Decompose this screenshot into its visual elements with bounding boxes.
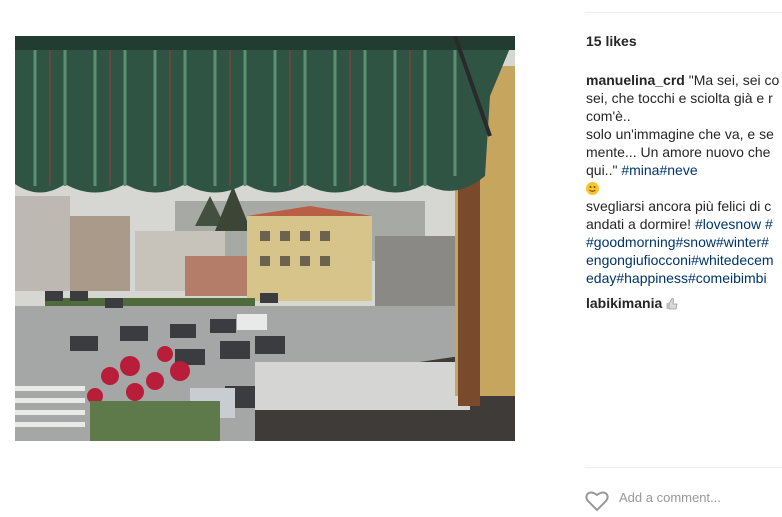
comment-row: labikimania [586, 294, 678, 312]
hashtag-line-1[interactable]: #goodmorning#snow#winter# [586, 233, 782, 251]
caption-username[interactable]: manuelina_crd [586, 72, 685, 88]
caption-line-2: sei, che tocchi e sciolta già e r [586, 90, 773, 106]
caption-line-8: svegliarsi ancora più felici di c [586, 198, 772, 214]
caption-line-6: qui.." [586, 162, 618, 178]
post-photo[interactable] [15, 36, 515, 441]
hashtag-line-3[interactable]: eday#happiness#comeibimbi [586, 269, 782, 287]
caption-line-1: "Ma sei, sei co [688, 72, 780, 88]
heart-icon[interactable] [585, 490, 609, 517]
hashtag-lovesnow[interactable]: #lovesnow # [695, 216, 773, 232]
caption-line-5: mente... Un amore nuovo che [586, 144, 771, 160]
top-separator [585, 12, 782, 13]
caption-line-4: solo un'immagine che va, e se [586, 126, 774, 142]
hashtag-mina-neve[interactable]: #mina#neve [621, 162, 697, 178]
likes-count[interactable]: 15 likes [586, 33, 637, 49]
bottom-separator [585, 467, 782, 468]
thumbs-up-icon [666, 295, 678, 311]
comment-username[interactable]: labikimania [586, 295, 662, 311]
post-caption: manuelina_crd "Ma sei, sei co sei, che t… [586, 71, 782, 287]
smiling-face-icon [586, 182, 599, 195]
hashtag-line-2[interactable]: engongiufiocconi#whitedecem [586, 251, 782, 269]
caption-line-3: com'è.. [586, 108, 631, 124]
caption-line-9: andati a dormire! [586, 216, 695, 232]
